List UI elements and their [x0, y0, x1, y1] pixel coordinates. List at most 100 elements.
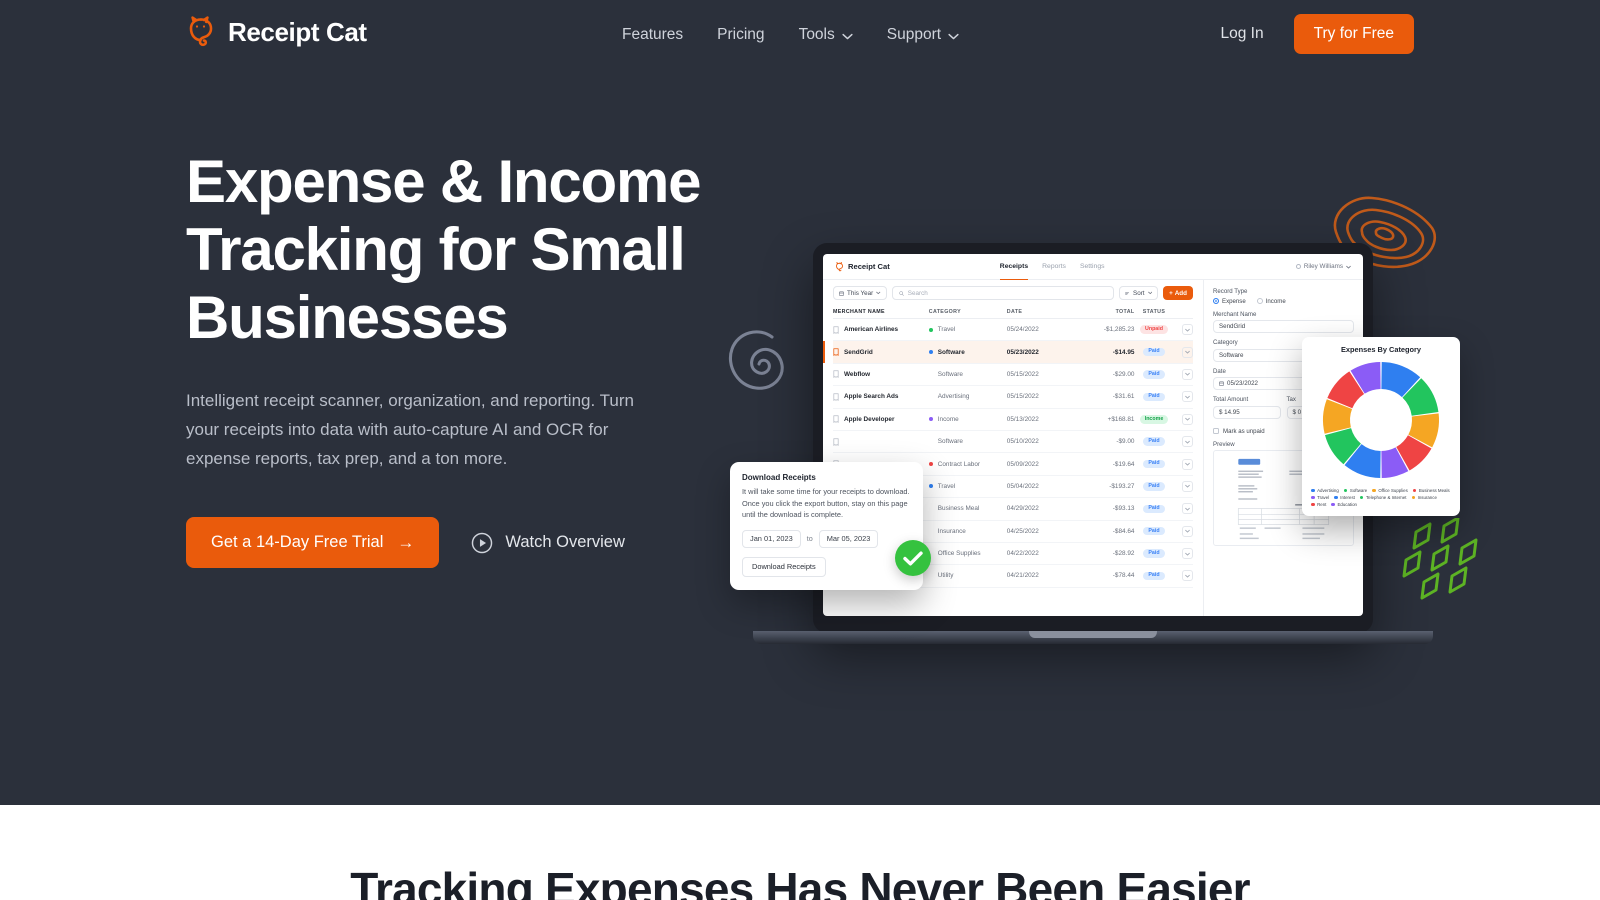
chevron-down-icon: [1185, 373, 1190, 377]
download-popup-body: It will take some time for your receipts…: [742, 487, 910, 519]
try-for-free-button[interactable]: Try for Free: [1293, 14, 1414, 54]
category-color-dot: [928, 327, 933, 332]
hero-cta-group: Get a 14-Day Free Trial → Watch Overview: [186, 517, 706, 568]
legend-label: Education: [1337, 502, 1357, 507]
user-menu[interactable]: Riley Williams: [1295, 263, 1351, 270]
nav-item-features[interactable]: Features: [605, 22, 700, 48]
column-header-category: CATEGORY: [928, 308, 961, 315]
cell-status: Income: [1134, 415, 1173, 424]
table-row[interactable]: American Airlines Travel 05/24/2022 -$1,285…: [833, 319, 1193, 342]
download-date-range: Jan 01, 2023 to Mar 05, 2023: [742, 529, 911, 548]
table-row[interactable]: Apple Developer Income 05/13/2022 +$168.81 I…: [833, 409, 1193, 431]
radio-expense-label: Expense: [1222, 297, 1246, 305]
app-header: Receipt Cat Receipts Reports Settings Ri…: [823, 254, 1363, 280]
date-range-separator: to: [806, 534, 813, 543]
cell-total: -$29.00: [1112, 370, 1135, 378]
sort-label: Sort: [1133, 289, 1145, 297]
search-input[interactable]: Search: [891, 286, 1114, 300]
legend-item: Software: [1343, 488, 1368, 493]
table-row[interactable]: Software 05/10/2022 -$9.00 Paid: [833, 431, 1193, 454]
nav-item-label: Pricing: [717, 26, 765, 43]
legend-label: Software: [1349, 488, 1368, 493]
status-badge: Paid: [1143, 437, 1165, 446]
cell-actions: [1174, 570, 1193, 582]
sort-dropdown[interactable]: Sort: [1119, 286, 1159, 300]
status-badge: Paid: [1143, 347, 1165, 357]
cell-date: 04/22/2022: [1006, 550, 1039, 558]
cell-date: 05/10/2022: [1006, 438, 1039, 446]
cell-merchant: [833, 438, 929, 446]
row-menu-button[interactable]: [1182, 458, 1193, 470]
login-link[interactable]: Log In: [1201, 15, 1284, 53]
cell-status: Paid: [1134, 482, 1173, 491]
table-row[interactable]: Apple Search Ads Advertising 05/15/2022 -$3…: [833, 386, 1193, 409]
chevron-down-icon: [1346, 265, 1351, 269]
cell-total: -$9.00: [1116, 438, 1135, 446]
nav-item-tools[interactable]: Tools: [782, 22, 870, 48]
cell-category: Contract Labor: [928, 461, 1007, 468]
legend-color-dot: [1372, 488, 1376, 493]
check-circle-icon: [895, 540, 931, 576]
radio-income[interactable]: Income: [1256, 298, 1286, 305]
chevron-down-icon: [1185, 350, 1190, 354]
receipt-icon: [833, 415, 839, 424]
date-from-input[interactable]: Jan 01, 2023: [742, 529, 801, 548]
merchant-name-label: Merchant Name: [1213, 310, 1257, 318]
merchant-name-input[interactable]: SendGrid: [1213, 320, 1354, 333]
watch-overview-button[interactable]: Watch Overview: [471, 532, 625, 554]
date-to-input[interactable]: Mar 05, 2023: [818, 529, 879, 548]
tab-reports[interactable]: Reports: [1042, 254, 1066, 280]
brand-logo-link[interactable]: Receipt Cat: [186, 16, 367, 48]
row-menu-button[interactable]: [1182, 346, 1193, 358]
expenses-by-category-card: Expenses By Category Advertising Software…: [1302, 337, 1460, 516]
row-menu-button[interactable]: [1182, 324, 1193, 336]
legend-label: Travel: [1317, 495, 1330, 500]
app-brand[interactable]: Receipt Cat: [835, 261, 890, 272]
tab-receipts[interactable]: Receipts: [999, 254, 1029, 280]
next-section-title: Tracking Expenses Has Never Been Easier: [350, 863, 1250, 900]
cell-actions: [1174, 346, 1193, 358]
table-row[interactable]: SendGrid Software 05/23/2022 -$14.95 Paid: [823, 341, 1193, 364]
row-menu-button[interactable]: [1182, 503, 1193, 515]
app-tabs: Receipts Reports Settings: [999, 254, 1105, 280]
chart-legend: Advertising Software Office Supplies Busine…: [1311, 488, 1451, 507]
row-menu-button[interactable]: [1182, 413, 1193, 425]
status-badge: Unpaid: [1140, 325, 1168, 334]
legend-color-dot: [1412, 488, 1417, 493]
total-amount-field: Total Amount $ 14.95: [1213, 396, 1281, 419]
watch-overview-label: Watch Overview: [505, 533, 625, 551]
legend-color-dot: [1411, 495, 1416, 500]
cell-category: Utility: [937, 572, 954, 580]
brand-name: Receipt Cat: [228, 16, 367, 47]
cell-merchant: Webflow: [833, 370, 929, 379]
column-header-date: DATE: [1006, 308, 1023, 315]
add-receipt-button[interactable]: + Add: [1163, 286, 1193, 300]
row-menu-button[interactable]: [1182, 570, 1193, 582]
legend-label: Insurance: [1417, 495, 1437, 500]
cell-total: -$28.92: [1112, 550, 1135, 558]
row-menu-button[interactable]: [1182, 436, 1193, 448]
download-receipts-button[interactable]: Download Receipts: [742, 556, 826, 577]
cell-actions: [1174, 458, 1193, 470]
row-menu-button[interactable]: [1182, 480, 1193, 492]
radio-expense[interactable]: Expense: [1213, 298, 1246, 305]
cell-category: Travel: [928, 483, 1007, 490]
total-amount-input[interactable]: $ 14.95: [1213, 405, 1281, 419]
row-menu-button[interactable]: [1182, 548, 1193, 560]
nav-item-support[interactable]: Support: [870, 22, 976, 48]
receipts-toolbar: This Year Search Sort + Add: [823, 280, 1203, 305]
check-icon: [903, 551, 923, 565]
download-receipts-popup: Download Receipts It will take some time…: [730, 462, 931, 590]
table-row[interactable]: Webflow Software 05/15/2022 -$29.00 Paid: [833, 364, 1193, 387]
row-menu-button[interactable]: [1182, 391, 1193, 403]
tab-settings[interactable]: Settings: [1080, 254, 1105, 280]
row-menu-button[interactable]: [1182, 525, 1193, 537]
free-trial-button[interactable]: Get a 14-Day Free Trial →: [186, 517, 440, 568]
nav-item-label: Support: [886, 26, 942, 43]
cell-status: Paid: [1134, 392, 1173, 402]
nav-right-actions: Log In Try for Free: [1201, 14, 1414, 54]
mark-as-unpaid-label: Mark as unpaid: [1223, 427, 1265, 435]
row-menu-button[interactable]: [1182, 368, 1193, 380]
nav-item-pricing[interactable]: Pricing: [700, 22, 781, 48]
date-filter-dropdown[interactable]: This Year: [833, 286, 887, 300]
